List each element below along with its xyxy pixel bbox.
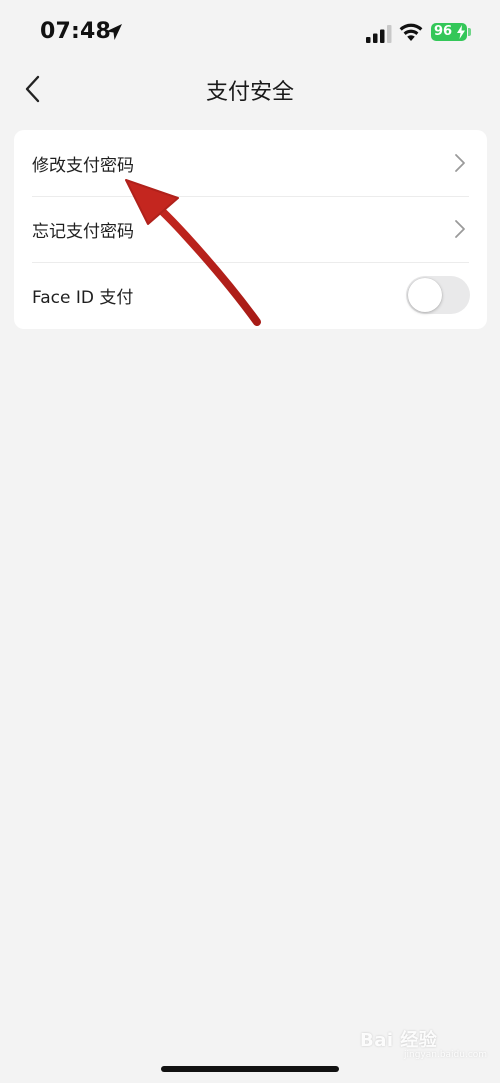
chevron-right-icon <box>455 220 465 238</box>
watermark: Bai 经验 <box>360 1030 438 1051</box>
home-indicator[interactable] <box>161 1066 339 1072</box>
cellular-signal-icon <box>366 25 392 43</box>
face-id-payment-row: Face ID 支付 <box>14 262 487 328</box>
status-bar: 07:48 96 <box>0 0 500 60</box>
location-arrow-icon <box>106 24 122 40</box>
battery-charging-icon <box>457 25 465 39</box>
face-id-payment-label: Face ID 支付 <box>32 288 134 308</box>
chevron-right-icon <box>455 154 465 172</box>
toggle-knob <box>408 278 442 312</box>
change-payment-password-row[interactable]: 修改支付密码 <box>14 130 487 196</box>
battery-level: 96 <box>434 24 453 39</box>
wifi-icon <box>399 23 423 41</box>
forgot-payment-password-label: 忘记支付密码 <box>32 222 134 242</box>
forgot-payment-password-row[interactable]: 忘记支付密码 <box>14 196 487 262</box>
battery-cap <box>468 28 471 36</box>
change-payment-password-label: 修改支付密码 <box>32 156 134 176</box>
payment-security-settings-card: 修改支付密码 忘记支付密码 Face ID 支付 <box>14 130 487 329</box>
status-time: 07:48 <box>40 19 112 44</box>
battery-indicator: 96 <box>431 23 467 41</box>
watermark-url: jingyan.baidu.com <box>404 1050 488 1060</box>
face-id-payment-toggle[interactable] <box>406 276 470 314</box>
page-title: 支付安全 <box>205 80 294 105</box>
nav-bar: 支付安全 <box>0 60 500 118</box>
